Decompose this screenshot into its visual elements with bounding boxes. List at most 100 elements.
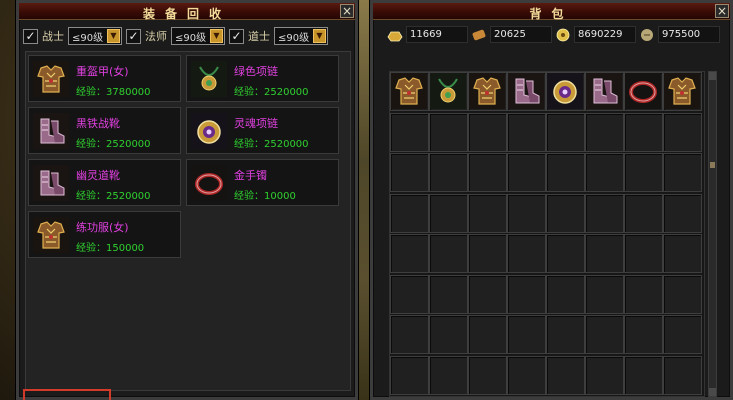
recycle-item-list: 重盔甲(女) 经验：3780000 绿色项链 经验：2520000 黑铁战靴 经… <box>25 51 351 391</box>
armor-icon <box>664 73 701 113</box>
bag-slot[interactable] <box>585 355 624 395</box>
bag-slot[interactable] <box>507 234 546 273</box>
bag-slot[interactable] <box>546 193 585 233</box>
bag-slot[interactable] <box>546 153 585 192</box>
bag-slot[interactable] <box>546 112 585 152</box>
bag-slot[interactable] <box>468 234 507 273</box>
bag-slot[interactable] <box>663 315 702 354</box>
bag-slot[interactable] <box>468 153 507 192</box>
bag-slot[interactable] <box>624 153 663 192</box>
bag-slot[interactable] <box>468 72 507 111</box>
bag-slot[interactable] <box>507 355 546 395</box>
bag-slot[interactable] <box>624 355 663 395</box>
bag-slot[interactable] <box>546 315 585 354</box>
scroll-down-button[interactable] <box>709 388 716 396</box>
bag-slot[interactable] <box>585 112 624 152</box>
bag-slot[interactable] <box>429 274 468 314</box>
bag-slot[interactable] <box>390 234 429 273</box>
bag-slot[interactable] <box>507 193 546 233</box>
bag-slot[interactable] <box>468 355 507 395</box>
bag-slot[interactable] <box>585 274 624 314</box>
currency-gold-ingot: 11669 <box>387 25 468 43</box>
recycle-item-card[interactable]: 练功服(女) 经验：150000 <box>28 211 181 258</box>
bag-slot[interactable] <box>507 72 546 111</box>
bag-slot[interactable] <box>390 193 429 233</box>
bag-slot[interactable] <box>507 315 546 354</box>
bag-slot[interactable] <box>429 153 468 192</box>
bag-slot[interactable] <box>390 153 429 192</box>
mage-checkbox[interactable]: ✓ <box>126 28 141 44</box>
amulet-icon <box>547 73 584 113</box>
item-name: 黑铁战靴 <box>76 117 120 130</box>
bag-slot[interactable] <box>663 112 702 152</box>
bag-slot[interactable] <box>663 234 702 273</box>
bag-slot[interactable] <box>546 274 585 314</box>
taoist-checkbox[interactable]: ✓ <box>229 28 244 44</box>
bag-title: 背包 <box>529 7 574 21</box>
bag-slot[interactable] <box>663 193 702 233</box>
recycle-item-card[interactable]: 重盔甲(女) 经验：3780000 <box>28 55 181 102</box>
bag-slot[interactable] <box>624 193 663 233</box>
bag-slot[interactable] <box>585 315 624 354</box>
bag-slot[interactable] <box>624 234 663 273</box>
bag-slot[interactable] <box>663 274 702 314</box>
bag-scrollbar[interactable] <box>708 71 717 397</box>
warrior-level-select[interactable]: ≤90级 ▼ <box>68 27 122 45</box>
bag-slot[interactable] <box>663 355 702 395</box>
bag-slot[interactable] <box>390 72 429 111</box>
bag-slot[interactable] <box>390 274 429 314</box>
bag-slot[interactable] <box>663 153 702 192</box>
recycle-item-card[interactable]: 幽灵道靴 经验：2520000 <box>28 159 181 206</box>
recycle-item-card[interactable]: 灵魂项链 经验：2520000 <box>186 107 339 154</box>
bag-slot[interactable] <box>624 315 663 354</box>
bag-slot[interactable] <box>585 153 624 192</box>
mage-level-select[interactable]: ≤90级 ▼ <box>171 27 225 45</box>
bag-slot[interactable] <box>429 193 468 233</box>
bag-slot[interactable] <box>546 355 585 395</box>
bag-slot[interactable] <box>429 72 468 111</box>
bag-slot[interactable] <box>390 112 429 152</box>
bag-close-button[interactable]: × <box>715 4 729 18</box>
recycle-item-card[interactable]: 金手镯 经验：10000 <box>186 159 339 206</box>
bag-slot[interactable] <box>429 112 468 152</box>
chevron-down-icon: ▼ <box>107 29 120 43</box>
currency-bound-yuanbao: 975500 <box>639 25 720 43</box>
bag-slot[interactable] <box>624 112 663 152</box>
bag-slot[interactable] <box>390 355 429 395</box>
recycle-item-card[interactable]: 黑铁战靴 经验：2520000 <box>28 107 181 154</box>
bag-slot[interactable] <box>468 315 507 354</box>
bag-slot[interactable] <box>507 112 546 152</box>
bag-slot[interactable] <box>468 193 507 233</box>
bound-yuanbao-icon <box>639 27 655 41</box>
taoist-level-value: ≤90级 <box>278 32 310 44</box>
bag-slot[interactable] <box>507 274 546 314</box>
recycle-close-button[interactable]: × <box>340 4 354 18</box>
bag-slot[interactable] <box>429 355 468 395</box>
bag-slot[interactable] <box>468 274 507 314</box>
bag-slot[interactable] <box>546 234 585 273</box>
bag-panel: 背包 × 11669 20625 8690229 975500 <box>370 0 733 400</box>
class-filter-row: ✓ 战士 ≤90级 ▼ ✓ 法师 ≤90级 ▼ ✓ 道士 ≤90级 ▼ <box>23 25 353 47</box>
bag-slot[interactable] <box>429 234 468 273</box>
taoist-level-select[interactable]: ≤90级 ▼ <box>274 27 328 45</box>
recycle-item-card[interactable]: 绿色项链 经验：2520000 <box>186 55 339 102</box>
bag-slot[interactable] <box>585 193 624 233</box>
warrior-checkbox[interactable]: ✓ <box>23 28 38 44</box>
bag-slot[interactable] <box>624 274 663 314</box>
bag-slot[interactable] <box>663 72 702 111</box>
bag-slot-grid <box>389 71 705 397</box>
currency-value: 11669 <box>406 25 468 43</box>
bag-slot[interactable] <box>468 112 507 152</box>
bag-slot[interactable] <box>390 315 429 354</box>
chevron-down-icon: ▼ <box>210 29 223 43</box>
bag-slot[interactable] <box>585 234 624 273</box>
bag-slot[interactable] <box>507 153 546 192</box>
bag-slot[interactable] <box>546 72 585 111</box>
bracelet-icon <box>625 73 662 113</box>
bracelet-icon <box>191 165 227 201</box>
bag-slot[interactable] <box>429 315 468 354</box>
scroll-thumb[interactable] <box>710 162 715 168</box>
bag-slot[interactable] <box>624 72 663 111</box>
scroll-up-button[interactable] <box>709 72 716 80</box>
bag-slot[interactable] <box>585 72 624 111</box>
